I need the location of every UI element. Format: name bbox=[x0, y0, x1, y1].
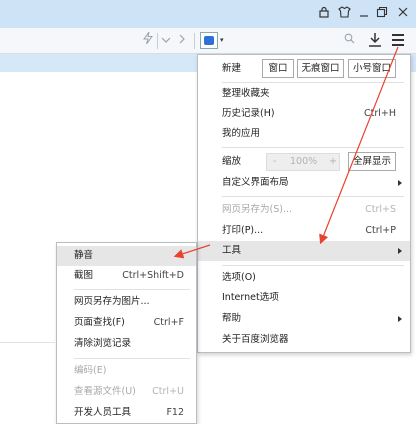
menu-separator bbox=[222, 265, 404, 266]
title-bar bbox=[0, 0, 416, 28]
menu-item-shortcut: Ctrl+P bbox=[365, 225, 396, 236]
menu-item-help[interactable]: 帮助 bbox=[198, 309, 410, 329]
zoom-in-button[interactable]: + bbox=[329, 154, 337, 170]
menu-item-shortcut: F12 bbox=[166, 407, 184, 418]
menu-item-label: 查看源文件(U) bbox=[74, 386, 136, 397]
menu-separator bbox=[74, 358, 190, 359]
menu-item-print[interactable]: 打印(P)... Ctrl+P bbox=[198, 221, 410, 241]
submenu-item-devtools[interactable]: 开发人员工具 F12 bbox=[57, 403, 196, 423]
submenu-arrow-icon bbox=[398, 180, 402, 186]
menu-item-options[interactable]: 选项(O) bbox=[198, 268, 410, 288]
download-icon[interactable] bbox=[367, 30, 383, 50]
menu-item-organize-favorites[interactable]: 整理收藏夹 bbox=[198, 84, 410, 104]
search-icon[interactable] bbox=[342, 31, 356, 51]
zoom-label: 缩放 bbox=[222, 156, 242, 167]
new-incognito-window-button[interactable]: 无痕窗口 bbox=[297, 59, 344, 78]
submenu-item-find[interactable]: 页面查找(F) Ctrl+F bbox=[57, 313, 196, 333]
zoom-control: - 100% + bbox=[266, 153, 340, 171]
menu-item-history[interactable]: 历史记录(H) Ctrl+H bbox=[198, 104, 410, 124]
chevron-down-icon[interactable] bbox=[160, 31, 172, 51]
fullscreen-button[interactable]: 全屏显示 bbox=[348, 152, 396, 171]
menu-item-shortcut: Ctrl+U bbox=[152, 386, 184, 397]
menu-item-label: 整理收藏夹 bbox=[222, 88, 270, 99]
submenu-item-encoding[interactable]: 编码(E) bbox=[57, 361, 196, 381]
main-menu-button[interactable] bbox=[389, 30, 407, 50]
toolbar-divider bbox=[157, 33, 158, 49]
main-menu: 新建 窗口 无痕窗口 小号窗口 整理收藏夹 历史记录(H) Ctrl+H 我的应… bbox=[197, 54, 411, 353]
page-divider bbox=[0, 342, 55, 343]
menu-item-about[interactable]: 关于百度浏览器 bbox=[198, 330, 410, 350]
submenu-item-screenshot[interactable]: 截图 Ctrl+Shift+D bbox=[57, 266, 196, 286]
menu-item-label: 我的应用 bbox=[222, 128, 261, 139]
menu-item-label: 网页另存为图片... bbox=[74, 296, 150, 307]
menu-item-my-apps[interactable]: 我的应用 bbox=[198, 124, 410, 144]
menu-item-label: 工具 bbox=[222, 245, 242, 256]
submenu-arrow-icon bbox=[398, 316, 402, 322]
submenu-item-view-source[interactable]: 查看源文件(U) Ctrl+U bbox=[57, 382, 196, 402]
menu-separator bbox=[74, 289, 190, 290]
new-label: 新建 bbox=[222, 63, 242, 74]
menu-item-label: 编码(E) bbox=[74, 365, 107, 376]
dropdown-arrow-icon[interactable]: ▾ bbox=[220, 36, 224, 44]
menu-item-internet-options[interactable]: Internet选项 bbox=[198, 288, 410, 308]
menu-item-label: 自定义界面布局 bbox=[222, 177, 289, 188]
menu-item-label: 选项(O) bbox=[222, 272, 256, 283]
skin-icon[interactable] bbox=[336, 6, 352, 22]
forward-icon[interactable] bbox=[176, 31, 188, 51]
menu-item-shortcut: Ctrl+H bbox=[363, 108, 396, 119]
menu-item-shortcut: Ctrl+S bbox=[365, 204, 396, 215]
lock-icon[interactable] bbox=[316, 6, 332, 22]
menu-separator bbox=[222, 196, 404, 197]
address-toolbar: ▾ bbox=[0, 28, 416, 54]
menu-item-label: 静音 bbox=[74, 250, 94, 261]
menu-item-label: 打印(P)... bbox=[222, 225, 264, 236]
menu-item-tools[interactable]: 工具 bbox=[198, 241, 410, 261]
submenu-item-mute[interactable]: 静音 bbox=[57, 246, 196, 266]
toolbar-divider bbox=[194, 33, 195, 49]
menu-item-label: Internet选项 bbox=[222, 292, 279, 303]
menu-item-shortcut: Ctrl+F bbox=[153, 317, 184, 328]
minimize-icon[interactable] bbox=[356, 6, 372, 22]
zoom-value: 100% bbox=[290, 156, 318, 167]
menu-item-save-as[interactable]: 网页另存为(S)... Ctrl+S bbox=[198, 200, 410, 220]
menu-item-label: 截图 bbox=[74, 270, 94, 281]
menu-item-label: 关于百度浏览器 bbox=[222, 334, 289, 345]
zoom-out-button[interactable]: - bbox=[273, 154, 276, 170]
menu-item-label: 帮助 bbox=[222, 313, 242, 324]
submenu-item-clear-history[interactable]: 清除浏览记录 bbox=[57, 334, 196, 354]
tools-submenu: 静音 截图 Ctrl+Shift+D 网页另存为图片... 页面查找(F) Ct… bbox=[56, 242, 197, 424]
menu-item-label: 网页另存为(S)... bbox=[222, 204, 293, 215]
close-icon[interactable] bbox=[395, 6, 411, 22]
menu-item-customize-layout[interactable]: 自定义界面布局 bbox=[198, 173, 410, 193]
menu-separator bbox=[222, 147, 404, 148]
restore-icon[interactable] bbox=[374, 6, 390, 22]
menu-item-label: 历史记录(H) bbox=[222, 108, 275, 119]
menu-item-shortcut: Ctrl+Shift+D bbox=[122, 270, 184, 281]
menu-item-label: 开发人员工具 bbox=[74, 407, 132, 418]
submenu-arrow-icon bbox=[398, 248, 402, 254]
search-engine-icon[interactable] bbox=[200, 32, 218, 49]
new-small-window-button[interactable]: 小号窗口 bbox=[348, 59, 396, 78]
new-window-button[interactable]: 窗口 bbox=[262, 59, 294, 78]
menu-separator bbox=[222, 82, 404, 83]
submenu-item-save-as-image[interactable]: 网页另存为图片... bbox=[57, 292, 196, 312]
lightning-icon[interactable] bbox=[141, 31, 155, 51]
menu-item-label: 页面查找(F) bbox=[74, 317, 125, 328]
menu-item-label: 清除浏览记录 bbox=[74, 338, 132, 349]
